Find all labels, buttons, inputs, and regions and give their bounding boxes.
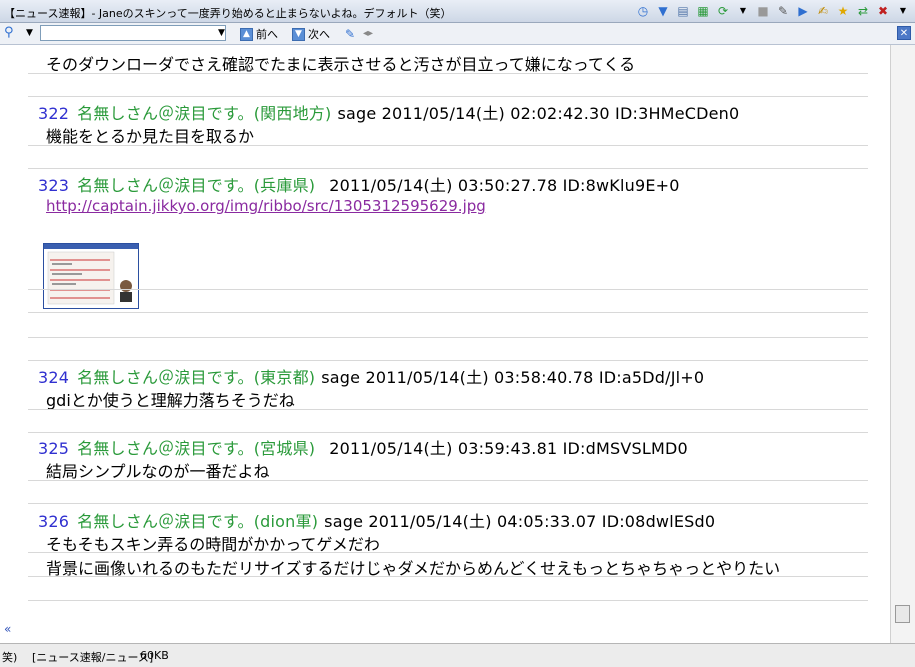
post-meta: 2011/05/14(土) 03:59:43.81 ID:dMSVSLMD0 bbox=[329, 439, 688, 458]
chevron-down-icon[interactable]: ▼ bbox=[218, 28, 225, 38]
export-icon[interactable]: ▦ bbox=[695, 3, 711, 19]
prev-button[interactable]: ▲ 前へ bbox=[240, 26, 278, 42]
pen-icon[interactable]: ✎ bbox=[775, 3, 791, 19]
post-header: 326 名無しさん＠涙目です。(dion軍) sage 2011/05/14(土) … bbox=[38, 508, 715, 532]
separator bbox=[28, 168, 868, 169]
back-arrow-icon[interactable]: « bbox=[4, 622, 11, 636]
stop-icon[interactable]: ■ bbox=[755, 3, 771, 19]
separator bbox=[28, 73, 868, 74]
separator bbox=[28, 503, 868, 504]
separator bbox=[28, 337, 868, 338]
post-meta: sage 2011/05/14(土) 02:02:42.30 ID:3HMeCD… bbox=[337, 104, 740, 123]
search-input[interactable] bbox=[40, 25, 226, 41]
close-thread-icon[interactable]: ✖ bbox=[875, 3, 891, 19]
separator bbox=[28, 576, 868, 577]
thumbnail-image bbox=[44, 244, 138, 308]
status-bar: 笑) [ニュース速報/ニュース] 60KB bbox=[0, 643, 915, 667]
post-body: gdiとか使うと理解力落ちそうだね bbox=[46, 391, 295, 410]
post-name: 名無しさん＠涙目です。(関西地方) bbox=[77, 104, 332, 123]
separator bbox=[28, 289, 868, 290]
separator bbox=[28, 145, 868, 146]
post-name: 名無しさん＠涙目です。(兵庫県) bbox=[77, 176, 316, 195]
separator bbox=[28, 480, 868, 481]
post-meta: sage 2011/05/14(土) 03:58:40.78 ID:a5Dd/J… bbox=[321, 368, 705, 387]
vertical-scrollbar[interactable] bbox=[890, 45, 915, 643]
status-left: 笑) bbox=[2, 651, 18, 664]
separator bbox=[28, 312, 868, 313]
post-number[interactable]: 324 bbox=[38, 368, 69, 387]
post-header: 322 名無しさん＠涙目です。(関西地方) sage 2011/05/14(土) 0… bbox=[38, 100, 739, 124]
refresh-icon[interactable]: ⟳ bbox=[715, 3, 731, 19]
close-search-button[interactable]: ✕ bbox=[897, 26, 911, 40]
write-icon[interactable]: ✍ bbox=[815, 3, 831, 19]
image-link[interactable]: http://captain.jikkyo.org/img/ribbo/src/… bbox=[46, 197, 486, 215]
filter-icon[interactable]: ▼ bbox=[655, 3, 671, 19]
post-number[interactable]: 325 bbox=[38, 439, 69, 458]
prev-label: 前へ bbox=[256, 28, 278, 41]
search-icon[interactable]: ⚲ bbox=[4, 25, 14, 40]
image-thumbnail[interactable] bbox=[43, 243, 139, 309]
post-header: 325 名無しさん＠涙目です。(宮城県) 2011/05/14(土) 03:59:4… bbox=[38, 435, 688, 459]
title-bar: 【ニュース速報】- Janeのスキンって一度弄り始めると止まらないよね。デフォル… bbox=[0, 0, 915, 23]
sync-icon[interactable]: ⇄ bbox=[855, 3, 871, 19]
window-title: 【ニュース速報】- Janeのスキンって一度弄り始めると止まらないよね。デフォル… bbox=[4, 7, 452, 20]
separator bbox=[28, 409, 868, 410]
post-body: そのダウンローダでさえ確認でたまに表示させると汚さが目立って嫌になってくる bbox=[46, 55, 636, 74]
post-header: 324 名無しさん＠涙目です。(東京都) sage 2011/05/14(土) 03… bbox=[38, 364, 704, 388]
resize-handle-icon[interactable]: ◂▸ bbox=[360, 26, 376, 42]
separator bbox=[28, 96, 868, 97]
post-meta: 2011/05/14(土) 03:50:27.78 ID:8wKlu9E+0 bbox=[329, 176, 680, 195]
next-label: 次へ bbox=[308, 28, 330, 41]
post-body: 機能をとるか見た目を取るか bbox=[46, 127, 255, 146]
clock-icon[interactable]: ◷ bbox=[635, 3, 651, 19]
post-number[interactable]: 323 bbox=[38, 176, 69, 195]
star-icon[interactable]: ★ bbox=[835, 3, 851, 19]
post-name: 名無しさん＠涙目です。(dion軍) bbox=[77, 512, 319, 531]
post-name: 名無しさん＠涙目です。(東京都) bbox=[77, 368, 316, 387]
scrollbar-thumb[interactable] bbox=[895, 605, 910, 623]
toolbar: ◷ ▼ ▤ ▦ ⟳ ▼ ■ ✎ ▶ ✍ ★ ⇄ ✖ ▼ bbox=[635, 3, 911, 19]
separator bbox=[28, 552, 868, 553]
post-number[interactable]: 326 bbox=[38, 512, 69, 531]
separator bbox=[28, 432, 868, 433]
next-button[interactable]: ▼ 次へ bbox=[292, 26, 330, 42]
highlight-pen-icon[interactable]: ✎ bbox=[342, 26, 358, 42]
down-arrow-icon: ▼ bbox=[292, 27, 305, 41]
search-bar: ⚲ ▼ ▼ ▲ 前へ ▼ 次へ ✎ ◂▸ ✕ bbox=[0, 23, 915, 45]
chevron-down-icon[interactable]: ▼ bbox=[895, 3, 911, 19]
status-size: 60KB bbox=[140, 649, 169, 662]
up-arrow-icon: ▲ bbox=[240, 27, 253, 41]
thread-view: そのダウンローダでさえ確認でたまに表示させると汚さが目立って嫌になってくる 32… bbox=[0, 45, 890, 643]
post-number[interactable]: 322 bbox=[38, 104, 69, 123]
separator bbox=[28, 600, 868, 601]
document-icon[interactable]: ▤ bbox=[675, 3, 691, 19]
status-board: [ニュース速報/ニュース] bbox=[32, 651, 154, 664]
chevron-down-icon[interactable]: ▼ bbox=[26, 28, 33, 38]
separator bbox=[28, 360, 868, 361]
post-name: 名無しさん＠涙目です。(宮城県) bbox=[77, 439, 316, 458]
post-meta: sage 2011/05/14(土) 04:05:33.07 ID:08dwlE… bbox=[324, 512, 716, 531]
next-page-icon[interactable]: ▶ bbox=[795, 3, 811, 19]
post-header: 323 名無しさん＠涙目です。(兵庫県) 2011/05/14(土) 03:50:2… bbox=[38, 172, 680, 196]
chevron-down-icon[interactable]: ▼ bbox=[735, 3, 751, 19]
post-body: 結局シンプルなのが一番だよね bbox=[46, 462, 270, 481]
